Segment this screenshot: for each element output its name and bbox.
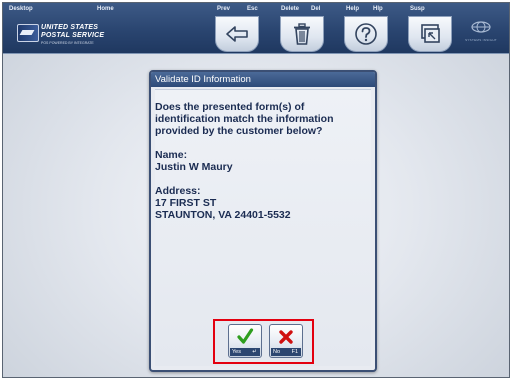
no-button[interactable]: No F1 bbox=[269, 324, 303, 358]
name-label: Name: bbox=[155, 149, 188, 161]
eagle-icon bbox=[17, 24, 39, 42]
brand-mark: SYSTEMS INSIGHT bbox=[461, 11, 501, 45]
prev-label: Prev bbox=[217, 6, 231, 12]
brand-text: SYSTEMS INSIGHT bbox=[465, 38, 497, 42]
trash-icon bbox=[294, 23, 310, 45]
name-value: Justin W Maury bbox=[155, 161, 233, 173]
help-key: Hlp bbox=[373, 6, 383, 12]
prev-button[interactable] bbox=[215, 16, 259, 52]
question-line-2: identification match the information bbox=[155, 113, 334, 125]
address-label: Address: bbox=[155, 185, 201, 197]
no-keybar: No F1 bbox=[271, 348, 301, 356]
home-label[interactable]: Home bbox=[97, 6, 114, 12]
no-key: F1 bbox=[291, 349, 298, 355]
susp-label: Susp bbox=[410, 6, 425, 12]
app-window: Desktop Home UNITED STATES POSTAL SERVIC… bbox=[2, 2, 510, 378]
suspend-button[interactable] bbox=[408, 16, 452, 52]
question-line-1: Does the presented form(s) of bbox=[155, 101, 305, 113]
question-mark-icon bbox=[355, 23, 377, 45]
dialog-title: Validate ID Information bbox=[151, 72, 375, 87]
yes-label: Yes bbox=[232, 349, 241, 355]
yes-button[interactable]: Yes ↵ bbox=[228, 324, 262, 358]
usps-logo: UNITED STATES POSTAL SERVICE POS POWERED… bbox=[17, 22, 112, 50]
top-toolbar: Desktop Home UNITED STATES POSTAL SERVIC… bbox=[3, 3, 509, 54]
desktop-label[interactable]: Desktop bbox=[9, 6, 33, 12]
question-line-3: provided by the customer below? bbox=[155, 125, 323, 137]
yes-keybar: Yes ↵ bbox=[230, 348, 260, 356]
help-button[interactable] bbox=[344, 16, 388, 52]
logo-line-3: POS POWERED BY INTEGRATE bbox=[41, 41, 94, 45]
address-line-1: 17 FIRST ST bbox=[155, 197, 217, 209]
logo-line-2: POSTAL SERVICE bbox=[41, 32, 105, 39]
address-line-2: STAUNTON, VA 24401-5532 bbox=[155, 209, 291, 221]
delete-label: Delete bbox=[281, 6, 300, 12]
logo-line-1: UNITED STATES bbox=[41, 24, 99, 31]
suspend-window-icon bbox=[421, 24, 440, 43]
delete-button[interactable] bbox=[280, 16, 324, 52]
brand-logo-icon bbox=[471, 21, 491, 33]
help-label: Help bbox=[346, 6, 360, 12]
no-label: No bbox=[273, 349, 281, 355]
arrow-left-icon bbox=[226, 26, 248, 42]
yes-key: ↵ bbox=[252, 349, 257, 355]
delete-key: Del bbox=[311, 6, 321, 12]
prev-key: Esc bbox=[247, 6, 258, 12]
